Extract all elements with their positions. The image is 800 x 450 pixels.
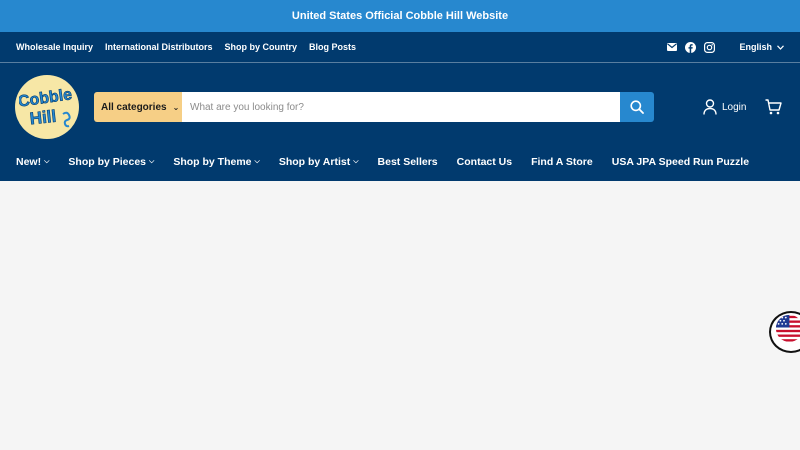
nav-item-label: Shop by Pieces bbox=[68, 156, 147, 168]
login-link[interactable]: Login bbox=[703, 99, 746, 115]
login-label: Login bbox=[722, 101, 747, 113]
chevron-down-icon: ⌵ bbox=[44, 158, 50, 165]
main-nav: New! ⌵ Shop by Pieces ⌵ Shop by Theme ⌵ … bbox=[16, 156, 749, 168]
nav-item-best-sellers[interactable]: Best Sellers bbox=[378, 156, 438, 168]
category-dropdown[interactable]: All categories ⌄ bbox=[94, 92, 182, 122]
nav-item-label: Find A Store bbox=[531, 156, 593, 168]
announcement-bar: United States Official Cobble Hill Websi… bbox=[0, 0, 800, 32]
search-button[interactable] bbox=[620, 92, 654, 122]
site-header: Cobble Hill All categories ⌄ Login New! … bbox=[0, 63, 800, 181]
nav-item-contact-us[interactable]: Contact Us bbox=[457, 156, 512, 168]
nav-item-label: Shop by Artist bbox=[278, 156, 351, 168]
email-icon[interactable] bbox=[666, 42, 677, 53]
cart-button[interactable] bbox=[765, 99, 782, 120]
us-flag-icon bbox=[775, 314, 800, 342]
utility-link-shop-by-country[interactable]: Shop by Country bbox=[225, 42, 298, 52]
search-icon bbox=[630, 100, 644, 114]
cobble-hill-logo[interactable]: Cobble Hill bbox=[15, 75, 79, 139]
utility-link-wholesale[interactable]: Wholesale Inquiry bbox=[16, 42, 93, 52]
category-label: All categories bbox=[101, 101, 167, 113]
chevron-down-icon bbox=[777, 44, 784, 50]
nav-item-shop-by-artist[interactable]: Shop by Artist ⌵ bbox=[279, 156, 359, 168]
country-selector-button[interactable] bbox=[769, 311, 800, 353]
utility-bar: Wholesale Inquiry International Distribu… bbox=[0, 32, 800, 63]
instagram-icon[interactable] bbox=[704, 41, 716, 53]
nav-item-label: USA JPA Speed Run Puzzle bbox=[611, 156, 750, 168]
announcement-text: United States Official Cobble Hill Websi… bbox=[291, 10, 509, 22]
svg-text:Hill: Hill bbox=[29, 107, 57, 129]
nav-item-label: Best Sellers bbox=[377, 156, 438, 168]
nav-item-shop-by-theme[interactable]: Shop by Theme ⌵ bbox=[173, 156, 260, 168]
search-bar: All categories ⌄ bbox=[94, 92, 654, 122]
nav-item-speed-run-puzzle[interactable]: USA JPA Speed Run Puzzle bbox=[612, 156, 749, 168]
utility-link-blog[interactable]: Blog Posts bbox=[309, 42, 356, 52]
search-input[interactable] bbox=[182, 92, 620, 122]
language-label: English bbox=[739, 42, 772, 52]
nav-item-new[interactable]: New! ⌵ bbox=[16, 156, 49, 168]
chevron-down-icon: ⌵ bbox=[353, 158, 359, 165]
user-icon bbox=[703, 99, 717, 115]
nav-item-label: Contact Us bbox=[456, 156, 513, 168]
utility-links: Wholesale Inquiry International Distribu… bbox=[16, 42, 356, 52]
nav-item-find-a-store[interactable]: Find A Store bbox=[531, 156, 593, 168]
facebook-icon[interactable] bbox=[685, 41, 697, 53]
logo-wordmark: Cobble Hill bbox=[19, 86, 73, 129]
social-links bbox=[666, 41, 716, 53]
nav-item-label: New! bbox=[16, 156, 42, 168]
chevron-down-icon: ⌵ bbox=[149, 158, 155, 165]
nav-item-shop-by-pieces[interactable]: Shop by Pieces ⌵ bbox=[68, 156, 154, 168]
chevron-down-icon: ⌄ bbox=[172, 102, 180, 112]
language-selector[interactable]: English bbox=[739, 42, 784, 52]
cart-icon bbox=[765, 99, 782, 115]
nav-item-label: Shop by Theme bbox=[173, 156, 252, 168]
chevron-down-icon: ⌵ bbox=[254, 158, 260, 165]
utility-link-distributors[interactable]: International Distributors bbox=[105, 42, 213, 52]
